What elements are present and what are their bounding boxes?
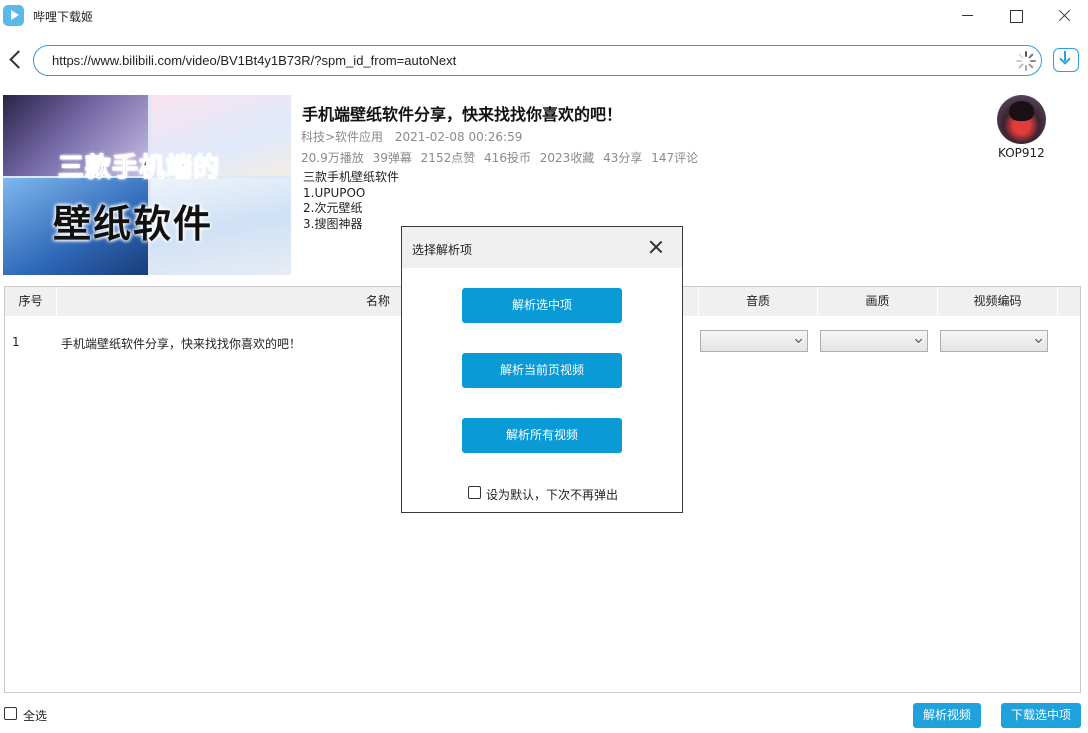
row-index: 1: [12, 335, 20, 349]
loading-spinner-icon: [1014, 49, 1038, 73]
url-bar[interactable]: [33, 45, 1042, 76]
maximize-button[interactable]: [993, 0, 1039, 32]
stat-likes: 2152点赞: [420, 151, 476, 165]
uploader-avatar[interactable]: [997, 95, 1046, 144]
description-line: 3.搜图神器: [303, 216, 363, 231]
select-all-checkbox[interactable]: [4, 707, 17, 720]
title-bar: 哔哩下载姬: [0, 0, 1088, 32]
back-arrow-icon[interactable]: [6, 49, 26, 71]
parse-video-button[interactable]: 解析视频: [913, 703, 981, 728]
app-title: 哔哩下载姬: [33, 10, 94, 24]
url-input[interactable]: [52, 53, 992, 68]
column-header-index[interactable]: 序号: [5, 287, 57, 316]
column-header-audio[interactable]: 音质: [699, 287, 818, 316]
description-line: 2.次元壁纸: [303, 201, 363, 215]
audio-quality-select[interactable]: [700, 330, 808, 352]
video-category: 科技>软件应用: [301, 130, 384, 144]
column-header-codec[interactable]: 视频编码: [938, 287, 1058, 316]
video-quality-select[interactable]: [820, 330, 928, 352]
stat-comments: 147评论: [651, 151, 699, 165]
video-codec-select[interactable]: [940, 330, 1048, 352]
stat-favorites: 2023收藏: [539, 151, 595, 165]
close-window-button[interactable]: [1042, 0, 1088, 32]
parse-selected-button[interactable]: 解析选中项: [462, 288, 622, 323]
close-icon[interactable]: [647, 238, 665, 256]
description-line: 三款手机壁纸软件: [303, 170, 400, 184]
stat-coins: 416投币: [484, 151, 531, 165]
dialog-title: 选择解析项: [412, 243, 473, 257]
video-title: 手机端壁纸软件分享，快来找找你喜欢的吧！: [302, 105, 623, 124]
parse-all-button[interactable]: 解析所有视频: [462, 418, 622, 453]
description-line: 1.UPUPOO: [303, 185, 366, 200]
video-description: 三款手机壁纸软件 1.UPUPOO 2.次元壁纸 3.搜图神器: [303, 170, 399, 232]
app-logo-icon: [3, 5, 24, 26]
stat-shares: 43分享: [603, 151, 643, 165]
uploader-name[interactable]: KOP912: [998, 146, 1045, 160]
thumbnail-caption-line2: 壁纸软件: [53, 202, 214, 246]
set-default-label[interactable]: 设为默认，下次不再弹出: [486, 486, 618, 503]
column-header-quality[interactable]: 画质: [818, 287, 938, 316]
set-default-checkbox[interactable]: [468, 486, 481, 499]
parse-options-dialog: 选择解析项 解析选中项 解析当前页视频 解析所有视频 设为默认，下次不再弹出: [401, 226, 683, 513]
row-name: 手机端壁纸软件分享，快来找找你喜欢的吧！: [61, 337, 302, 351]
select-all-label[interactable]: 全选: [23, 707, 47, 724]
stat-views: 20.9万播放: [301, 151, 364, 165]
minimize-button[interactable]: [944, 0, 990, 32]
download-manager-icon[interactable]: [1053, 48, 1079, 72]
video-stats: 20.9万播放 39弹幕 2152点赞 416投币 2023收藏 43分享 14…: [301, 149, 703, 166]
dialog-header: 选择解析项: [402, 227, 682, 268]
download-selected-button[interactable]: 下载选中项: [1001, 703, 1081, 728]
video-date: 2021-02-08 00:26:59: [394, 130, 523, 144]
video-meta: 科技>软件应用 2021-02-08 00:26:59: [301, 128, 530, 145]
stat-danmaku: 39弹幕: [372, 151, 412, 165]
video-thumbnail: 三款手机端的 壁纸软件: [3, 95, 291, 275]
parse-current-page-button[interactable]: 解析当前页视频: [462, 353, 622, 388]
thumbnail-caption-line1: 三款手机端的: [57, 153, 221, 184]
